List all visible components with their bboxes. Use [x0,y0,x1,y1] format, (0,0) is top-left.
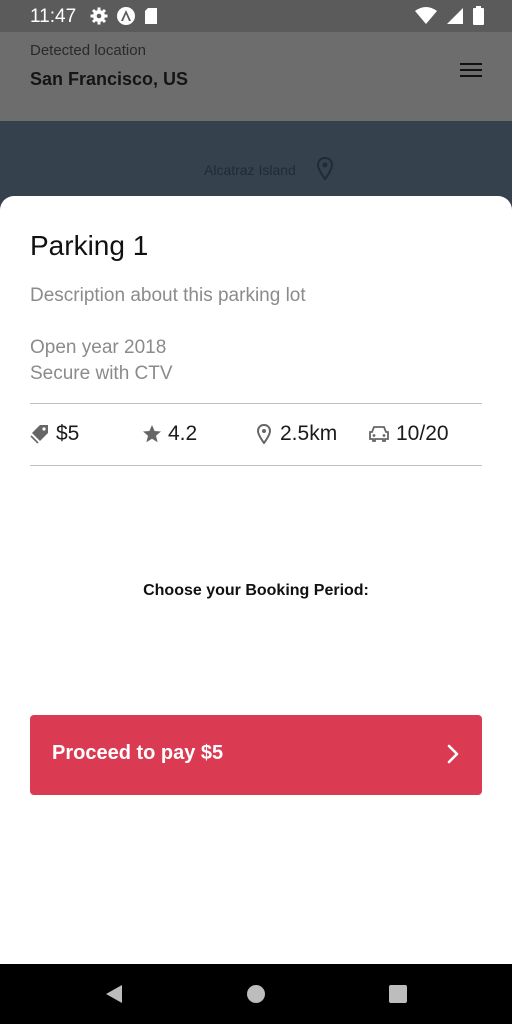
back-icon[interactable] [102,982,126,1006]
location-value[interactable]: San Francisco, US [30,69,188,90]
status-bar: 11:47 [0,0,512,32]
home-icon[interactable] [244,982,268,1006]
status-right-icons [415,6,484,30]
app-header: Detected location San Francisco, US [0,32,512,121]
stat-price: $5 [30,422,79,446]
recents-icon[interactable] [386,982,410,1006]
navigation-bar [0,964,512,1024]
parking-description: Description about this parking lot [30,285,306,306]
parking-feature: Secure with CTV [30,363,173,384]
parking-title: Parking 1 [30,230,149,261]
status-time: 11:47 [30,6,77,27]
divider [30,465,482,466]
booking-period-label: Choose your Booking Period: [143,582,369,599]
settings-icon [90,7,108,30]
spots-value: 10/20 [396,422,449,445]
wifi-icon [415,6,437,30]
pay-button-label: Proceed to pay $5 [52,742,224,764]
parking-feature: Open year 2018 [30,337,167,358]
stat-rating: 4.2 [142,422,197,446]
star-icon [142,424,162,444]
proceed-to-pay-button[interactable]: Proceed to pay $5 [30,715,482,795]
distance-value: 2.5km [280,422,338,445]
signal-icon [447,7,463,30]
status-left-icons [90,6,158,31]
hamburger-menu-icon [460,63,482,65]
menu-button[interactable] [452,56,488,86]
map-place-label: Alcatraz Island [204,162,296,178]
stat-distance: 2.5km [254,422,337,446]
battery-icon [473,6,484,30]
app-a-icon [116,6,136,31]
stat-spots: 10/20 [368,422,449,446]
map-pin-icon [316,156,334,186]
location-label: Detected location [30,42,146,59]
divider [30,403,482,404]
location-pin-icon [254,424,274,444]
price-tag-icon [30,424,50,444]
price-value: $5 [56,422,80,445]
parking-details-sheet: Parking 1 Description about this parking… [0,196,512,964]
rating-value: 4.2 [168,422,198,445]
car-icon [368,424,390,444]
chevron-right-icon [446,743,460,765]
sd-card-icon [144,7,158,30]
